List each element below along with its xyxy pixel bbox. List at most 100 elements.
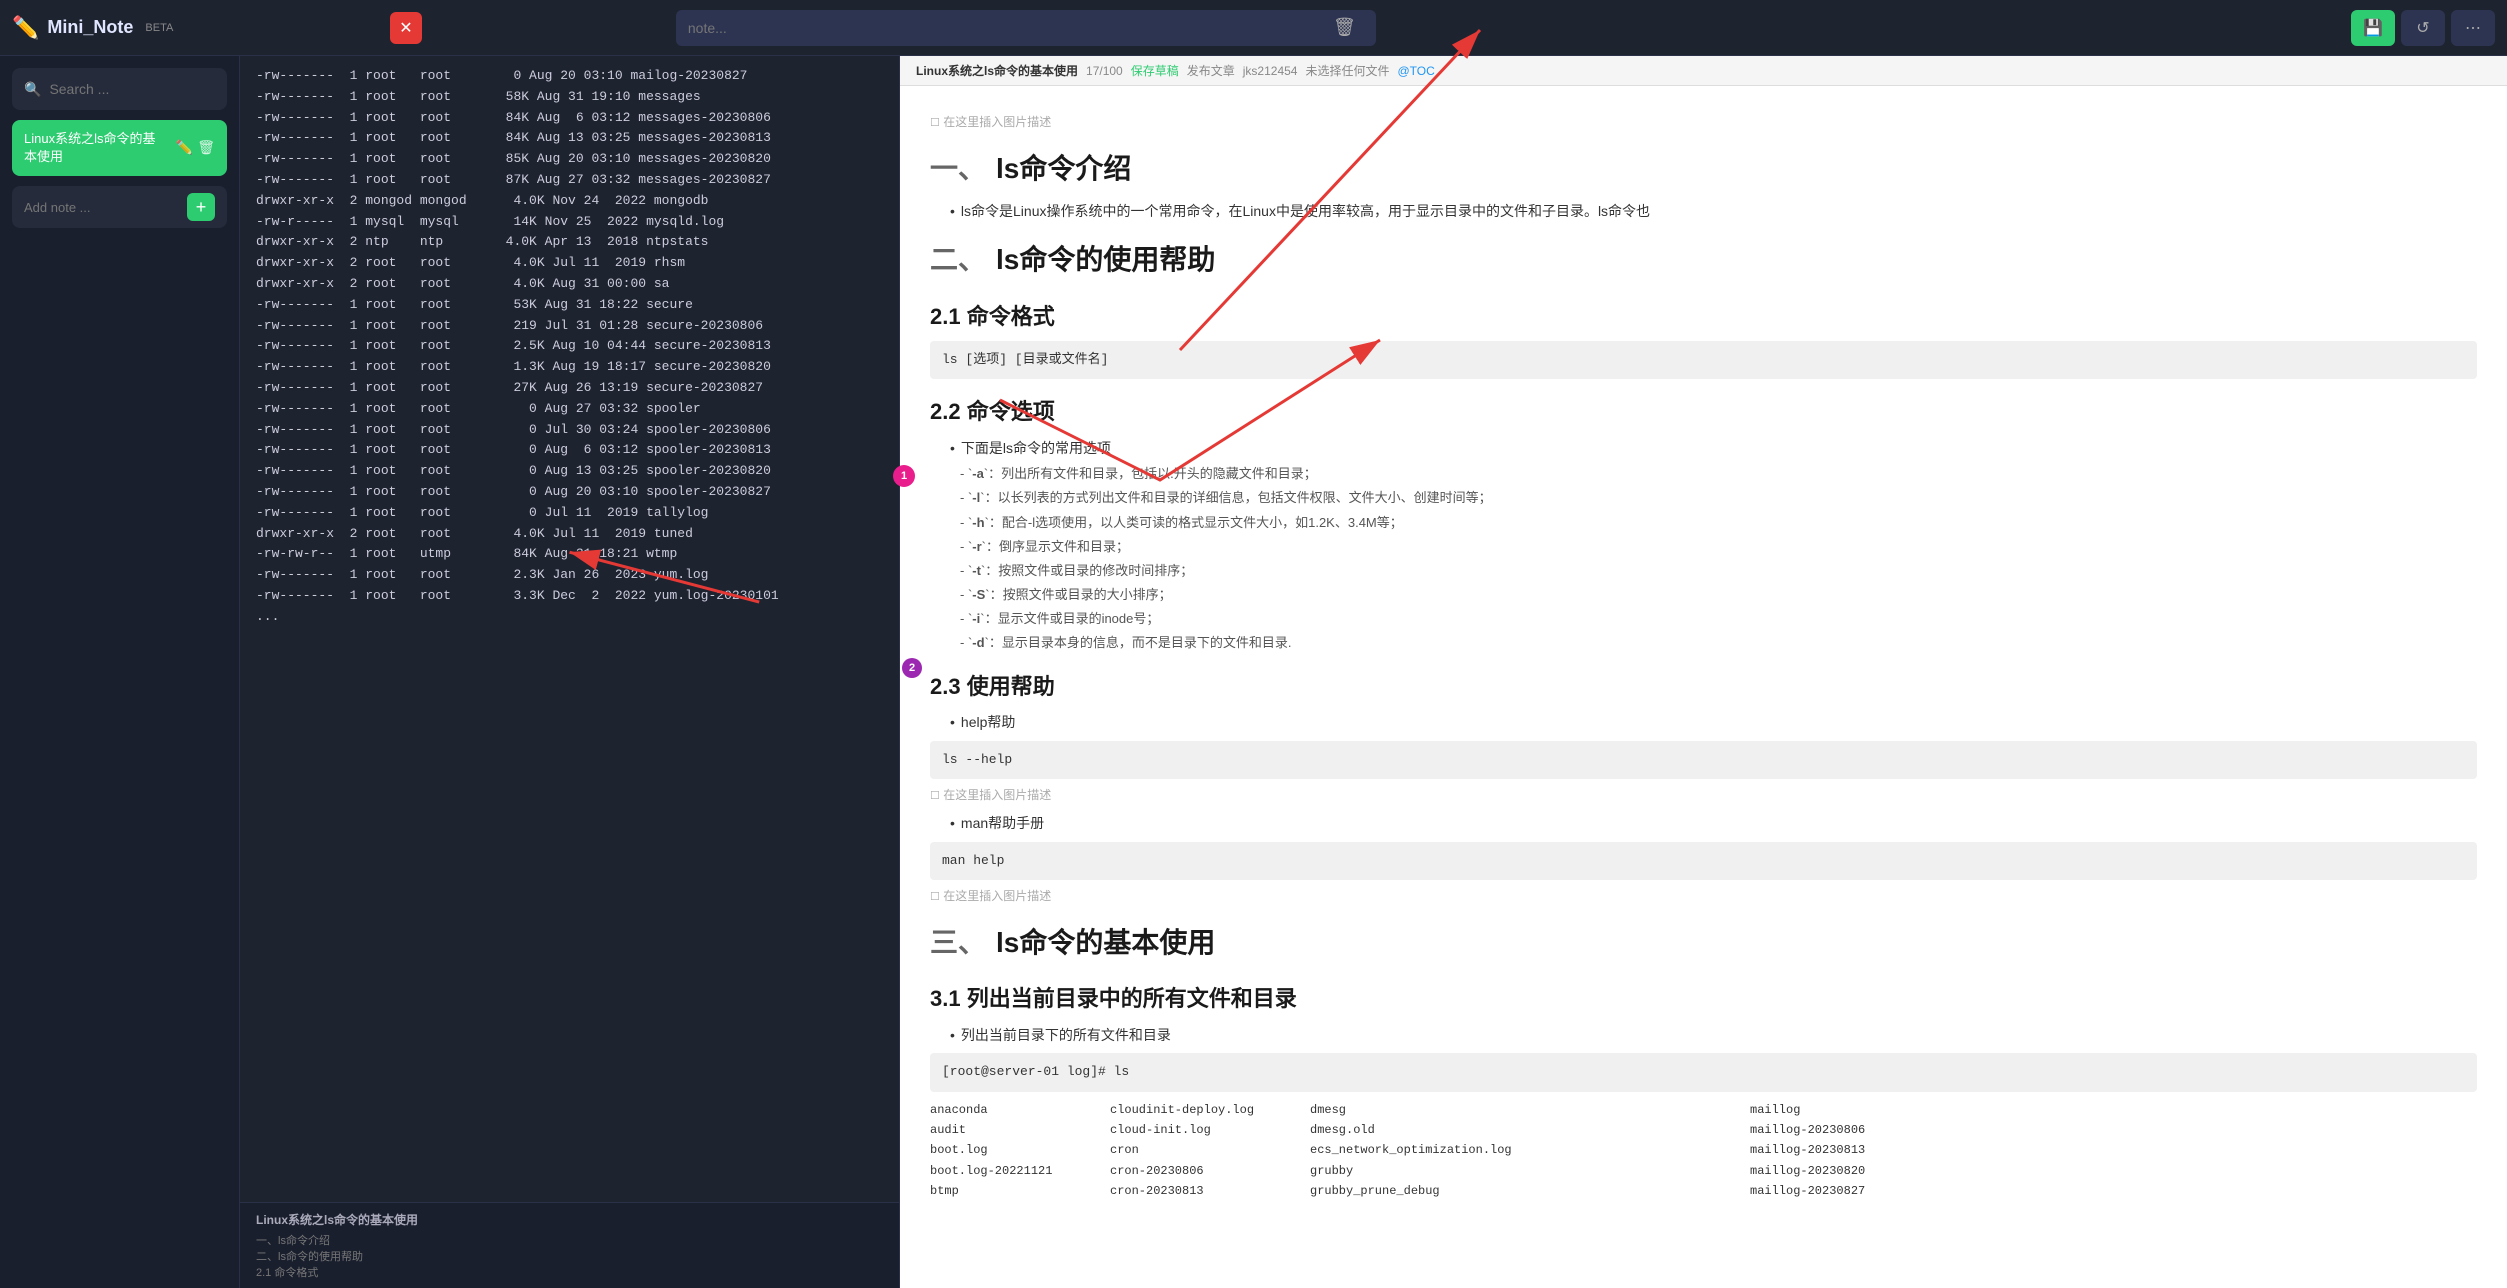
file-line: -rw------- 1 root root 0 Aug 13 03:25 sp… (256, 461, 883, 482)
opt-d: - `-d`：显示目录本身的信息，而不是目录下的文件和目录. (960, 632, 2477, 654)
editor-action-publish[interactable]: 发布文章 (1187, 62, 1235, 79)
main-layout: 🔍 Linux系统之ls命令的基本使用 ✏️ 🗑 + -rw------- 1 … (0, 56, 2507, 1288)
add-note-button[interactable]: + (187, 193, 215, 221)
editor-content[interactable]: ☐ 在这里插入图片描述 一、 ls命令介绍 ls命令是Linux操作系统中的一个… (900, 86, 2507, 1288)
file-line: -rw------- 1 root root 0 Aug 6 03:12 spo… (256, 440, 883, 461)
table-cell: maillog-20230806 (1750, 1120, 2477, 1140)
table-cell: boot.log (930, 1140, 1110, 1160)
editor-section2-2-heading: 2.2 命令选项 (930, 393, 2477, 430)
note-edit-icon[interactable]: ✏️ (176, 138, 193, 158)
table-cell: dmesg.old (1310, 1120, 1530, 1140)
editor-section2-1-heading: 2.1 命令格式 (930, 298, 2477, 335)
note-delete-icon[interactable]: 🗑 (197, 138, 215, 158)
table-row-1: anaconda cloudinit-deploy.log dmesg mail… (930, 1100, 2477, 1120)
toc-item: 2.1 命令格式 (256, 1267, 318, 1279)
app-logo-icon: ✏️ (12, 15, 39, 41)
file-panel-content[interactable]: -rw------- 1 root root 0 Aug 20 03:10 ma… (240, 56, 899, 1202)
table-cell: cloud-init.log (1110, 1120, 1310, 1140)
file-line: -rw------- 1 root root 0 Aug 20 03:10 sp… (256, 482, 883, 503)
table-row-2: audit cloud-init.log dmesg.old maillog-2… (930, 1120, 2477, 1140)
save-button[interactable]: 💾 (2351, 10, 2395, 46)
opt-i: - `-i`：显示文件或目录的inode号； (960, 608, 2477, 630)
editor-section3-1-heading: 3.1 列出当前目录中的所有文件和目录 (930, 980, 2477, 1017)
sidebar-add-note[interactable]: + (12, 186, 227, 228)
topbar-trash-icon[interactable]: 🗑 (1325, 13, 1364, 42)
file-line: -rw------- 1 root root 0 Aug 27 03:32 sp… (256, 399, 883, 420)
close-button[interactable]: ✕ (390, 12, 422, 44)
content-area: -rw------- 1 root root 0 Aug 20 03:10 ma… (240, 56, 2507, 1288)
sidebar: 🔍 Linux系统之ls命令的基本使用 ✏️ 🗑 + (0, 56, 240, 1288)
file-line: drwxr-xr-x 2 mongod mongod 4.0K Nov 24 2… (256, 191, 883, 212)
file-footer: Linux系统之ls命令的基本使用 一、ls命令介绍 二、ls命令的使用帮助 2… (240, 1202, 899, 1288)
file-line: -rw------- 1 root root 219 Jul 31 01:28 … (256, 316, 883, 337)
annotation-badge-2: 2 (902, 658, 922, 678)
opt-t: - `-t`：按照文件或目录的修改时间排序； (960, 560, 2477, 582)
editor-img-placeholder-1: ☐ 在这里插入图片描述 (930, 112, 2477, 133)
sidebar-note-item[interactable]: Linux系统之ls命令的基本使用 ✏️ 🗑 (12, 120, 227, 176)
sidebar-search-input[interactable] (49, 81, 215, 97)
table-cell (1530, 1161, 1750, 1181)
table-row-4: boot.log-20221121 cron-20230806 grubby m… (930, 1161, 2477, 1181)
table-cell: cron (1110, 1140, 1310, 1160)
section2-2-title: 2.2 命令选项 (930, 393, 1055, 430)
table-cell: btmp (930, 1181, 1110, 1201)
section2-3-bullet1: help帮助 (950, 711, 2477, 735)
file-footer-title: Linux系统之ls命令的基本使用 (256, 1211, 883, 1228)
table-cell: maillog-20230813 (1750, 1140, 2477, 1160)
section2-3-bullet2: man帮助手册 (950, 812, 2477, 836)
add-note-input[interactable] (24, 200, 179, 215)
file-line: -rw------- 1 root root 53K Aug 31 18:22 … (256, 295, 883, 316)
table-cell: dmesg (1310, 1100, 1530, 1120)
editor-section3-heading: 三、 ls命令的基本使用 (930, 919, 2477, 967)
file-line: -rw------- 1 root root 84K Aug 6 03:12 m… (256, 108, 883, 129)
file-line: -rw------- 1 root root 0 Jul 11 2019 tal… (256, 503, 883, 524)
topbar-search-input[interactable] (688, 20, 1325, 36)
note-actions: ✏️ 🗑 (176, 138, 215, 158)
file-line: -rw------- 1 root root 3.3K Dec 2 2022 y… (256, 586, 883, 607)
section2-3-code1: ls --help (930, 741, 2477, 779)
sidebar-search[interactable]: 🔍 (12, 68, 227, 110)
section3-1-title: 3.1 列出当前目录中的所有文件和目录 (930, 980, 1297, 1017)
section3-1-code: [root@server-01 log]# ls (930, 1053, 2477, 1091)
file-line: -rw------- 1 root root 85K Aug 20 03:10 … (256, 149, 883, 170)
table-cell: maillog (1750, 1100, 2477, 1120)
opt-l: - `-l`：以长列表的方式列出文件和目录的详细信息，包括文件权限、文件大小、创… (960, 487, 2477, 509)
toc-item: 二、ls命令的使用帮助 (256, 1251, 363, 1263)
table-cell: boot.log-20221121 (930, 1161, 1110, 1181)
editor-user: jks212454 (1243, 64, 1298, 78)
table-cell: grubby_prune_debug (1310, 1181, 1530, 1201)
opt-a: - `-a`：列出所有文件和目录，包括以.开头的隐藏文件和目录； (960, 463, 2477, 485)
file-line: ... (256, 607, 883, 628)
section3-num: 三、 (930, 919, 986, 967)
refresh-button[interactable]: ↺ (2401, 10, 2445, 46)
table-cell: maillog-20230827 (1750, 1181, 2477, 1201)
table-cell: cron-20230813 (1110, 1181, 1310, 1201)
file-line: drwxr-xr-x 2 root root 4.0K Aug 31 00:00… (256, 274, 883, 295)
app-logo: ✏️ Mini_Note BETA (12, 15, 173, 41)
table-cell (1530, 1120, 1750, 1140)
table-cell: cloudinit-deploy.log (1110, 1100, 1310, 1120)
section2-3-code2: man help (930, 842, 2477, 880)
topbar-right: 💾 ↺ ⋯ (2351, 10, 2495, 46)
table-cell: anaconda (930, 1100, 1110, 1120)
table-cell: cron-20230806 (1110, 1161, 1310, 1181)
section2-title: ls命令的使用帮助 (996, 236, 1215, 284)
app-beta: BETA (145, 22, 173, 34)
editor-action-draft[interactable]: 保存草稿 (1131, 62, 1179, 79)
table-cell (1530, 1181, 1750, 1201)
section3-1-bullet: 列出当前目录下的所有文件和目录 (950, 1024, 2477, 1048)
editor-progress: 17/100 (1086, 64, 1123, 78)
file-line: -rw------- 1 root root 2.5K Aug 10 04:44… (256, 336, 883, 357)
file-line: -rw-rw-r-- 1 root utmp 84K Aug 31 18:21 … (256, 544, 883, 565)
file-panel: -rw------- 1 root root 0 Aug 20 03:10 ma… (240, 56, 900, 1288)
editor-section2-3-heading: 2.3 使用帮助 (930, 668, 2477, 705)
topbar: ✏️ Mini_Note BETA ✕ 🗑 💾 ↺ ⋯ (0, 0, 2507, 56)
section2-num: 二、 (930, 236, 986, 284)
file-line: -rw-r----- 1 mysql mysql 14K Nov 25 2022… (256, 212, 883, 233)
table-cell (1530, 1100, 1750, 1120)
editor-section1-bullet: ls命令是Linux操作系统中的一个常用命令，在Linux中是使用率较高，用于显… (950, 200, 2477, 224)
editor-img-placeholder-3: ☐ 在这里插入图片描述 (930, 886, 2477, 907)
app-title: Mini_Note (47, 17, 133, 38)
table-row-5: btmp cron-20230813 grubby_prune_debug ma… (930, 1181, 2477, 1201)
more-button[interactable]: ⋯ (2451, 10, 2495, 46)
